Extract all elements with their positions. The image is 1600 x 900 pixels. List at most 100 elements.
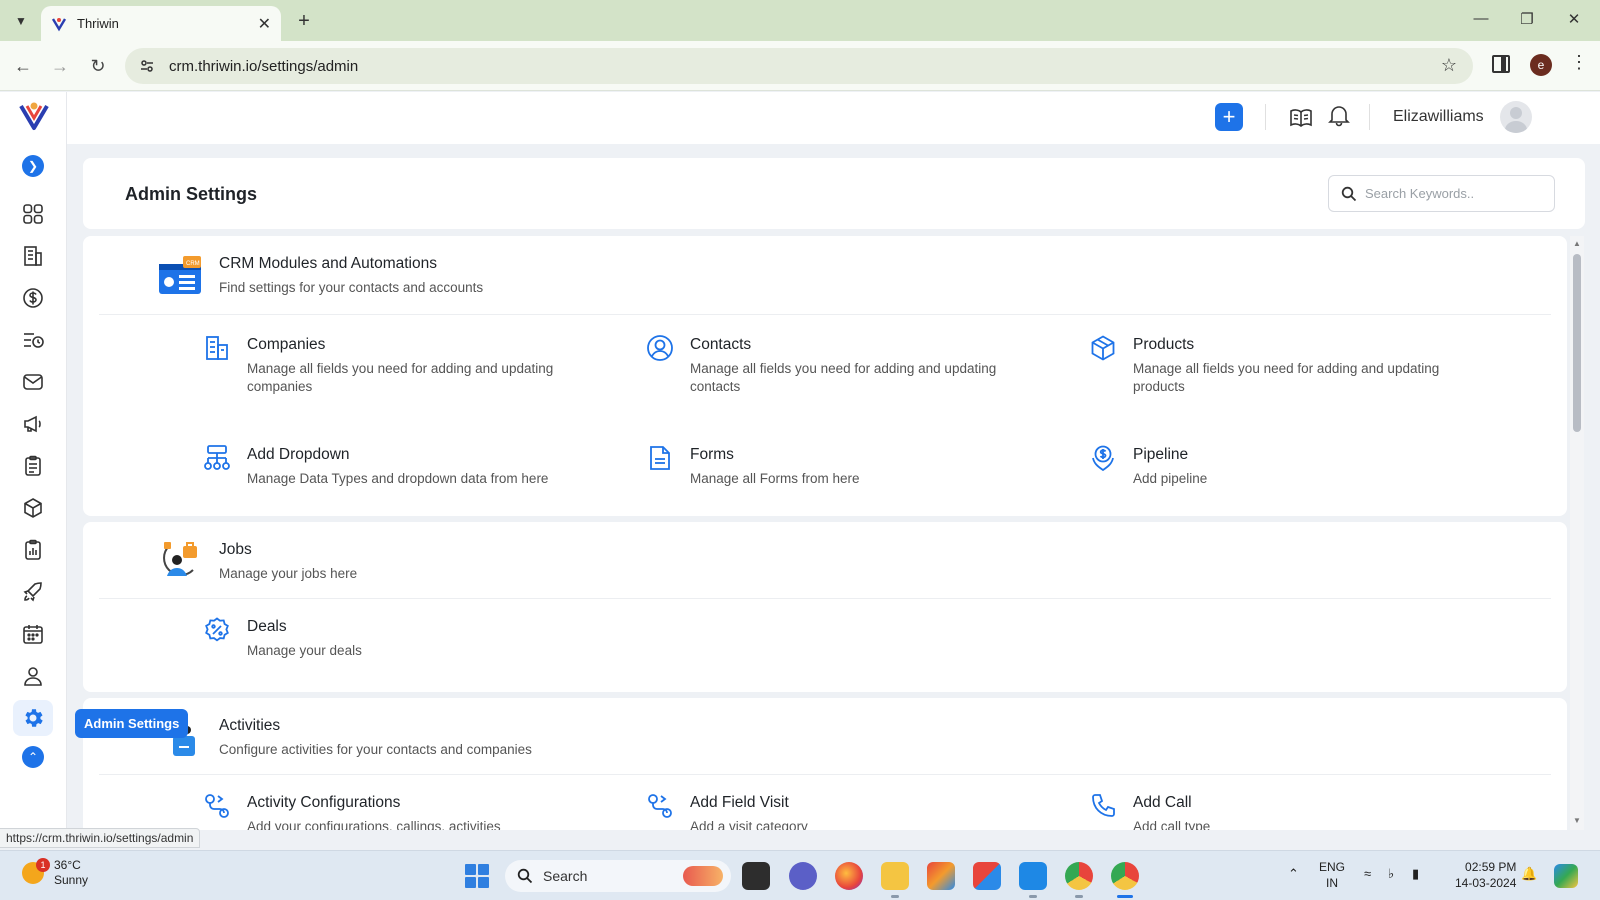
thriwin-logo[interactable] bbox=[18, 100, 50, 132]
search-highlight-image bbox=[683, 866, 723, 886]
item-description: Add pipeline bbox=[1133, 471, 1208, 486]
reload-icon[interactable]: ↻ bbox=[86, 54, 110, 78]
setting-companies[interactable]: Companies Manage all fields you need for… bbox=[203, 334, 603, 404]
expand-sidebar-button[interactable]: ❯ bbox=[22, 155, 44, 177]
setting-forms[interactable]: Forms Manage all Forms from here bbox=[646, 444, 1046, 514]
section-header[interactable]: Jobs Manage your jobs here bbox=[83, 522, 1567, 598]
setting-deals[interactable]: Deals Manage your deals bbox=[203, 616, 603, 686]
item-description: Manage all fields you need for adding an… bbox=[1133, 361, 1440, 394]
photos-icon[interactable] bbox=[927, 862, 955, 890]
section-header[interactable]: CRM CRM Modules and Automations Find set… bbox=[83, 236, 1567, 314]
browser-menu-icon[interactable]: ⋮ bbox=[1570, 52, 1588, 73]
tab-search-chevron-icon[interactable]: ▼ bbox=[9, 9, 33, 33]
sidebar-item-tasks[interactable] bbox=[13, 448, 53, 484]
close-window-icon[interactable]: ✕ bbox=[1564, 10, 1584, 28]
sidebar-item-deals[interactable] bbox=[13, 280, 53, 316]
bookmark-star-icon[interactable]: ☆ bbox=[1441, 55, 1457, 76]
user-avatar[interactable] bbox=[1500, 101, 1532, 133]
vscode-icon[interactable] bbox=[1019, 862, 1047, 890]
setting-add-dropdown[interactable]: Add Dropdown Manage Data Types and dropd… bbox=[203, 444, 603, 514]
item-title: Add Field Visit bbox=[690, 794, 789, 811]
show-hidden-icons-icon[interactable]: ⌃ bbox=[1288, 866, 1299, 882]
scroll-thumb[interactable] bbox=[1573, 254, 1581, 432]
divider bbox=[99, 314, 1551, 315]
calendar-icon bbox=[23, 625, 43, 644]
section-description: Manage your jobs here bbox=[219, 566, 358, 581]
snipping-tool-icon[interactable] bbox=[973, 862, 1001, 890]
svg-text:CRM: CRM bbox=[186, 261, 200, 267]
copilot-icon[interactable] bbox=[1554, 864, 1578, 888]
file-explorer-icon[interactable] bbox=[881, 862, 909, 890]
taskbar-search[interactable]: Search bbox=[505, 860, 731, 892]
section-header[interactable]: Activities Configure activities for your… bbox=[83, 698, 1567, 774]
collapse-sidebar-button[interactable]: ⌃ bbox=[22, 746, 44, 768]
knowledge-book-icon[interactable] bbox=[1288, 105, 1314, 131]
setting-activity-configurations[interactable]: Activity Configurations Add your configu… bbox=[203, 792, 603, 830]
quick-add-button[interactable]: + bbox=[1215, 103, 1243, 131]
restore-icon[interactable]: ❐ bbox=[1517, 10, 1537, 28]
omnibox[interactable]: crm.thriwin.io/settings/admin ☆ bbox=[125, 48, 1473, 84]
forward-icon[interactable]: → bbox=[48, 54, 72, 78]
divider bbox=[99, 774, 1551, 775]
task-view-icon[interactable] bbox=[742, 862, 770, 890]
volume-muted-icon[interactable]: ♭ bbox=[1388, 866, 1394, 882]
wifi-icon[interactable]: ≈ bbox=[1364, 866, 1371, 881]
item-title: Companies bbox=[247, 336, 326, 353]
dashboard-icon bbox=[23, 204, 43, 224]
report-icon bbox=[25, 539, 41, 560]
sidebar-item-mail[interactable] bbox=[13, 364, 53, 400]
item-title: Pipeline bbox=[1133, 446, 1189, 463]
mail-icon bbox=[23, 374, 43, 390]
back-icon[interactable]: ← bbox=[11, 54, 35, 78]
setting-pipeline[interactable]: Pipeline Add pipeline bbox=[1089, 444, 1489, 514]
windows-start-icon[interactable] bbox=[465, 864, 489, 888]
language-indicator[interactable]: ENG IN bbox=[1319, 859, 1345, 891]
keyword-search[interactable] bbox=[1328, 175, 1555, 212]
browser-tab[interactable]: Thriwin ✕ bbox=[41, 6, 281, 41]
item-title: Add Dropdown bbox=[247, 446, 350, 463]
profile-avatar[interactable]: e bbox=[1530, 54, 1552, 76]
sidebar-item-activities[interactable] bbox=[13, 322, 53, 358]
sidebar-item-settings[interactable] bbox=[13, 700, 53, 736]
sidebar-item-companies[interactable] bbox=[13, 238, 53, 274]
scroll-up-icon[interactable]: ▲ bbox=[1573, 239, 1581, 248]
phone-icon bbox=[1092, 794, 1115, 817]
content-scrollbar[interactable]: ▲ ▼ bbox=[1570, 236, 1584, 830]
section-activities: Activities Configure activities for your… bbox=[83, 698, 1567, 830]
sidebar-item-reports[interactable] bbox=[13, 532, 53, 568]
new-tab-button[interactable]: + bbox=[292, 9, 316, 33]
scroll-down-icon[interactable]: ▼ bbox=[1573, 816, 1581, 825]
sidebar-item-automation[interactable] bbox=[13, 574, 53, 610]
setting-add-call[interactable]: Add Call Add call type bbox=[1089, 792, 1489, 830]
firefox-icon[interactable] bbox=[835, 862, 863, 890]
setting-add-field-visit[interactable]: Add Field Visit Add a visit category bbox=[646, 792, 1046, 830]
setting-products[interactable]: Products Manage all fields you need for … bbox=[1089, 334, 1489, 404]
setting-contacts[interactable]: Contacts Manage all fields you need for … bbox=[646, 334, 1046, 404]
system-clock[interactable]: 02:59 PM 14-03-2024 bbox=[1455, 859, 1516, 891]
app-topbar: + Elizawilliams bbox=[67, 92, 1600, 144]
search-input[interactable] bbox=[1365, 186, 1545, 201]
chrome-icon[interactable] bbox=[1065, 862, 1093, 890]
admin-settings-tooltip: Admin Settings bbox=[75, 709, 189, 738]
chrome-profile-icon[interactable] bbox=[1111, 862, 1139, 890]
site-info-icon[interactable] bbox=[139, 58, 155, 74]
teams-icon[interactable] bbox=[789, 862, 817, 890]
notification-bell-icon[interactable] bbox=[1326, 102, 1352, 128]
sidebar-item-products[interactable] bbox=[13, 490, 53, 526]
sidebar-item-calendar[interactable] bbox=[13, 616, 53, 652]
sidebar-item-dashboard[interactable] bbox=[13, 196, 53, 232]
username-label[interactable]: Elizawilliams bbox=[1393, 108, 1484, 126]
tab-close-icon[interactable]: ✕ bbox=[258, 14, 271, 34]
search-icon bbox=[1341, 186, 1357, 201]
side-panel-icon[interactable] bbox=[1492, 55, 1510, 73]
sidebar-item-campaigns[interactable] bbox=[13, 406, 53, 442]
battery-icon[interactable]: ▮ bbox=[1412, 866, 1419, 882]
notification-icon[interactable]: 🔔 bbox=[1521, 866, 1537, 882]
item-title: Add Call bbox=[1133, 794, 1192, 811]
minimize-icon[interactable]: — bbox=[1471, 10, 1491, 27]
tab-title: Thriwin bbox=[77, 16, 119, 31]
item-description: Manage all Forms from here bbox=[690, 471, 860, 486]
sidebar-item-users[interactable] bbox=[13, 658, 53, 694]
hierarchy-icon bbox=[204, 445, 230, 470]
weather-widget[interactable]: 1 36°C Sunny bbox=[22, 858, 88, 888]
